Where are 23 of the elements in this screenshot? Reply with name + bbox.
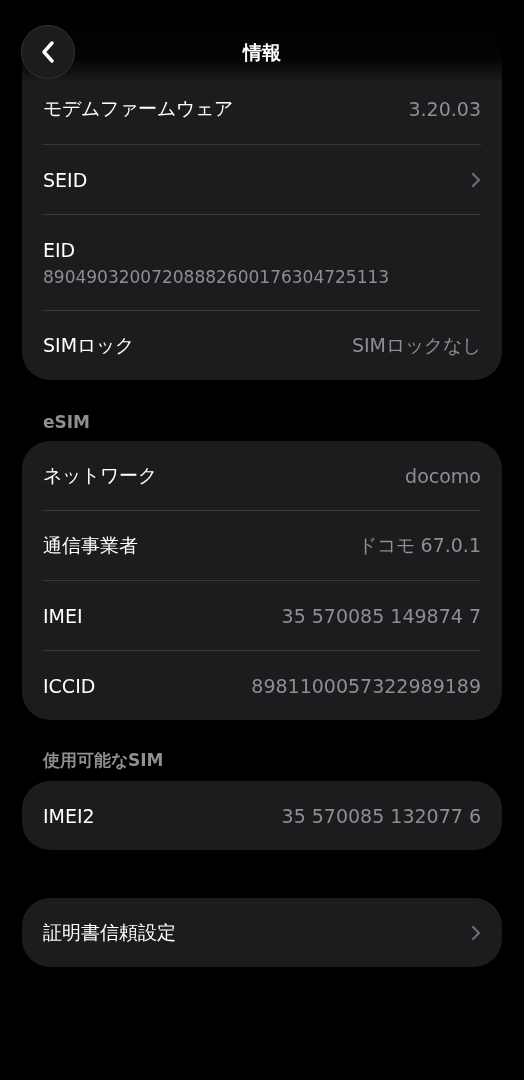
chevron-icon (471, 171, 481, 188)
row-label: 通信事業者 (43, 532, 138, 558)
row-value: 8981100057322989189 (251, 674, 481, 697)
row-value: 89049032007208882600176304725113 (43, 266, 390, 287)
row-value: ドコモ 67.0.1 (357, 532, 481, 558)
row-label: モデムファームウェア (43, 96, 233, 121)
row-label: SIMロック (43, 332, 135, 358)
row-label: ICCID (43, 674, 96, 697)
row-value: docomo (405, 464, 481, 487)
row-value: 35 570085 149874 7 (281, 604, 481, 627)
settings-row[interactable]: SEID (43, 144, 481, 214)
section-header: eSIM (43, 412, 90, 432)
row-label: IMEI (43, 604, 83, 627)
row-label: IMEI2 (43, 804, 95, 827)
chevron-icon (471, 924, 481, 941)
row-label: ネットワーク (43, 462, 157, 488)
row-value: 35 570085 132077 6 (281, 804, 481, 827)
page-title: 情報 (243, 41, 281, 63)
section-header: 使用可能なSIM (43, 749, 164, 772)
row-value: SIMロックなし (351, 332, 481, 358)
row-label: EID (43, 238, 76, 261)
row-value: 3.20.03 (408, 98, 481, 120)
back-icon (41, 41, 55, 63)
